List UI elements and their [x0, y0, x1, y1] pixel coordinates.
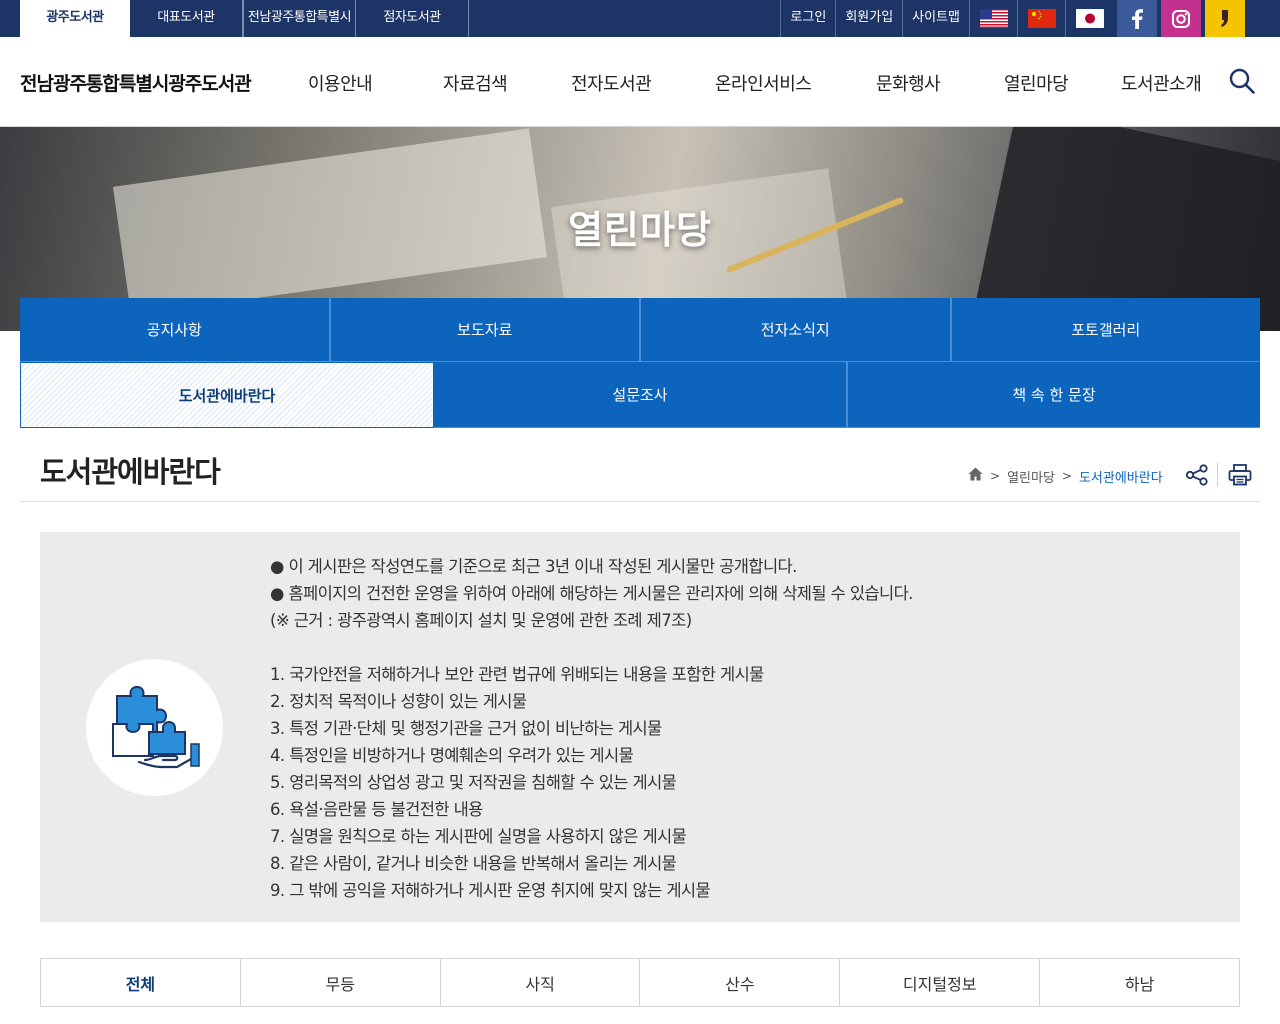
branch-category-tabs: 전체 무등 사직 산수 디지털정보 하남	[40, 958, 1240, 1007]
site-tab-gwangju[interactable]: 광주도서관	[20, 0, 130, 37]
visual-title: 열린마당	[568, 208, 712, 252]
gnb-item-about[interactable]: 도서관소개	[1121, 70, 1202, 96]
notice-rule: 1. 국가안전을 저해하거나 보안 관련 법규에 위배되는 내용을 포함한 게시…	[270, 665, 764, 684]
breadcrumb-separator: >	[990, 469, 1001, 483]
category-tab-hanam[interactable]: 하남	[1040, 959, 1239, 1006]
site-header: 전남광주통합특별시광주도서관 이용안내 자료검색 전자도서관 온라인서비스 문화…	[0, 37, 1280, 127]
sub-nav-press[interactable]: 보도자료	[330, 298, 641, 362]
breadcrumb: > 열린마당 > 도서관에바란다	[968, 466, 1163, 486]
page-title: 도서관에바란다	[40, 455, 221, 489]
login-link[interactable]: 로그인	[780, 0, 835, 37]
us-flag-icon[interactable]	[969, 0, 1017, 37]
print-icon[interactable]	[1227, 462, 1253, 488]
gnb-item-open-forum[interactable]: 열린마당	[1004, 70, 1069, 96]
notice-intro-line: ● 홈페이지의 건전한 운영을 위하여 아래에 해당하는 게시물은 관리자에 의…	[270, 584, 913, 603]
home-icon[interactable]	[968, 467, 983, 485]
puzzle-icon	[86, 659, 223, 796]
instagram-icon[interactable]	[1161, 0, 1201, 37]
gnb-item-search[interactable]: 자료검색	[443, 70, 508, 96]
facebook-icon[interactable]	[1117, 0, 1157, 37]
sub-nav-row-1: 공지사항 보도자료 전자소식지 포토갤러리	[20, 298, 1260, 362]
notice-rule: 2. 정치적 목적이나 성향이 있는 게시물	[270, 692, 527, 711]
share-icon[interactable]	[1184, 462, 1210, 488]
gnb-item-usage[interactable]: 이용안내	[308, 70, 373, 96]
sub-nav-newsletter[interactable]: 전자소식지	[641, 298, 952, 362]
breadcrumb-separator: >	[1061, 469, 1072, 483]
gnb-item-online[interactable]: 온라인서비스	[715, 70, 812, 96]
notice-rule: 5. 영리목적의 상업성 광고 및 저작권을 침해할 수 있는 게시물	[270, 773, 677, 792]
category-tab-digital[interactable]: 디지털정보	[840, 959, 1041, 1006]
notice-intro-line: ● 이 게시판은 작성연도를 기준으로 최근 3년 이내 작성된 게시물만 공개…	[270, 557, 797, 576]
site-tabs: 광주도서관 대표도서관 전남광주통합특별시 점자도서관	[20, 0, 469, 37]
notice-rule: 9. 그 밖에 공익을 저해하거나 게시판 운영 취지에 맞지 않는 게시물	[270, 881, 711, 900]
sub-nav-survey[interactable]: 설문조사	[434, 362, 848, 428]
gnb-item-elibrary[interactable]: 전자도서관	[571, 70, 652, 96]
notice-intro-line: (※ 근거 : 광주광역시 홈페이지 설치 및 운영에 관한 조례 제7조)	[270, 611, 692, 630]
breadcrumb-current: 도서관에바란다	[1078, 470, 1163, 486]
japan-flag-icon[interactable]	[1065, 0, 1113, 37]
sub-nav-suggestions[interactable]: 도서관에바란다	[20, 362, 434, 428]
site-tab-integrated[interactable]: 전남광주통합특별시	[243, 0, 356, 37]
breadcrumb-open-forum[interactable]: 열린마당	[1007, 467, 1055, 486]
title-divider	[20, 501, 1260, 502]
gnb-item-culture[interactable]: 문화행사	[876, 70, 941, 96]
china-flag-icon[interactable]	[1017, 0, 1065, 37]
category-tab-sansu[interactable]: 산수	[640, 959, 841, 1006]
tool-divider	[1217, 463, 1218, 487]
sitemap-link[interactable]: 사이트맵	[902, 0, 969, 37]
search-icon[interactable]	[1228, 67, 1258, 97]
category-tab-sajik[interactable]: 사직	[441, 959, 641, 1006]
notice-rule: 3. 특정 기관·단체 및 행정기관을 근거 없이 비난하는 게시물	[270, 719, 662, 738]
board-notice: ● 이 게시판은 작성연도를 기준으로 최근 3년 이내 작성된 게시물만 공개…	[40, 532, 1240, 922]
category-tab-mudeung[interactable]: 무등	[241, 959, 441, 1006]
sub-nav-book-sentence[interactable]: 책 속 한 문장	[848, 362, 1260, 428]
top-utility-bar: 광주도서관 대표도서관 전남광주통합특별시 점자도서관 로그인 회원가입 사이트…	[0, 0, 1280, 37]
site-logo[interactable]: 전남광주통합특별시광주도서관	[20, 69, 252, 96]
sub-nav-photo-gallery[interactable]: 포토갤러리	[951, 298, 1260, 362]
site-tab-representative[interactable]: 대표도서관	[130, 0, 243, 37]
notice-rule: 4. 특정인을 비방하거나 명예훼손의 우려가 있는 게시물	[270, 746, 634, 765]
notice-rule: 6. 욕설·음란물 등 불건전한 내용	[270, 800, 483, 819]
notice-rule: 7. 실명을 원칙으로 하는 게시판에 실명을 사용하지 않은 게시물	[270, 827, 687, 846]
sub-navigation: 공지사항 보도자료 전자소식지 포토갤러리 도서관에바란다 설문조사 책 속 한…	[20, 298, 1260, 428]
kakaostory-icon[interactable]	[1205, 0, 1245, 37]
sub-nav-notice[interactable]: 공지사항	[20, 298, 331, 362]
notice-text: ● 이 게시판은 작성연도를 기준으로 최근 3년 이내 작성된 게시물만 공개…	[270, 553, 1220, 904]
site-tab-braille[interactable]: 점자도서관	[356, 0, 469, 37]
utility-menu: 로그인 회원가입 사이트맵	[780, 0, 1245, 37]
signup-link[interactable]: 회원가입	[835, 0, 902, 37]
sub-nav-row-2: 도서관에바란다 설문조사 책 속 한 문장	[20, 362, 1260, 428]
notice-rule: 8. 같은 사람이, 같거나 비슷한 내용을 반복해서 올리는 게시물	[270, 854, 677, 873]
category-tab-all[interactable]: 전체	[41, 959, 241, 1006]
